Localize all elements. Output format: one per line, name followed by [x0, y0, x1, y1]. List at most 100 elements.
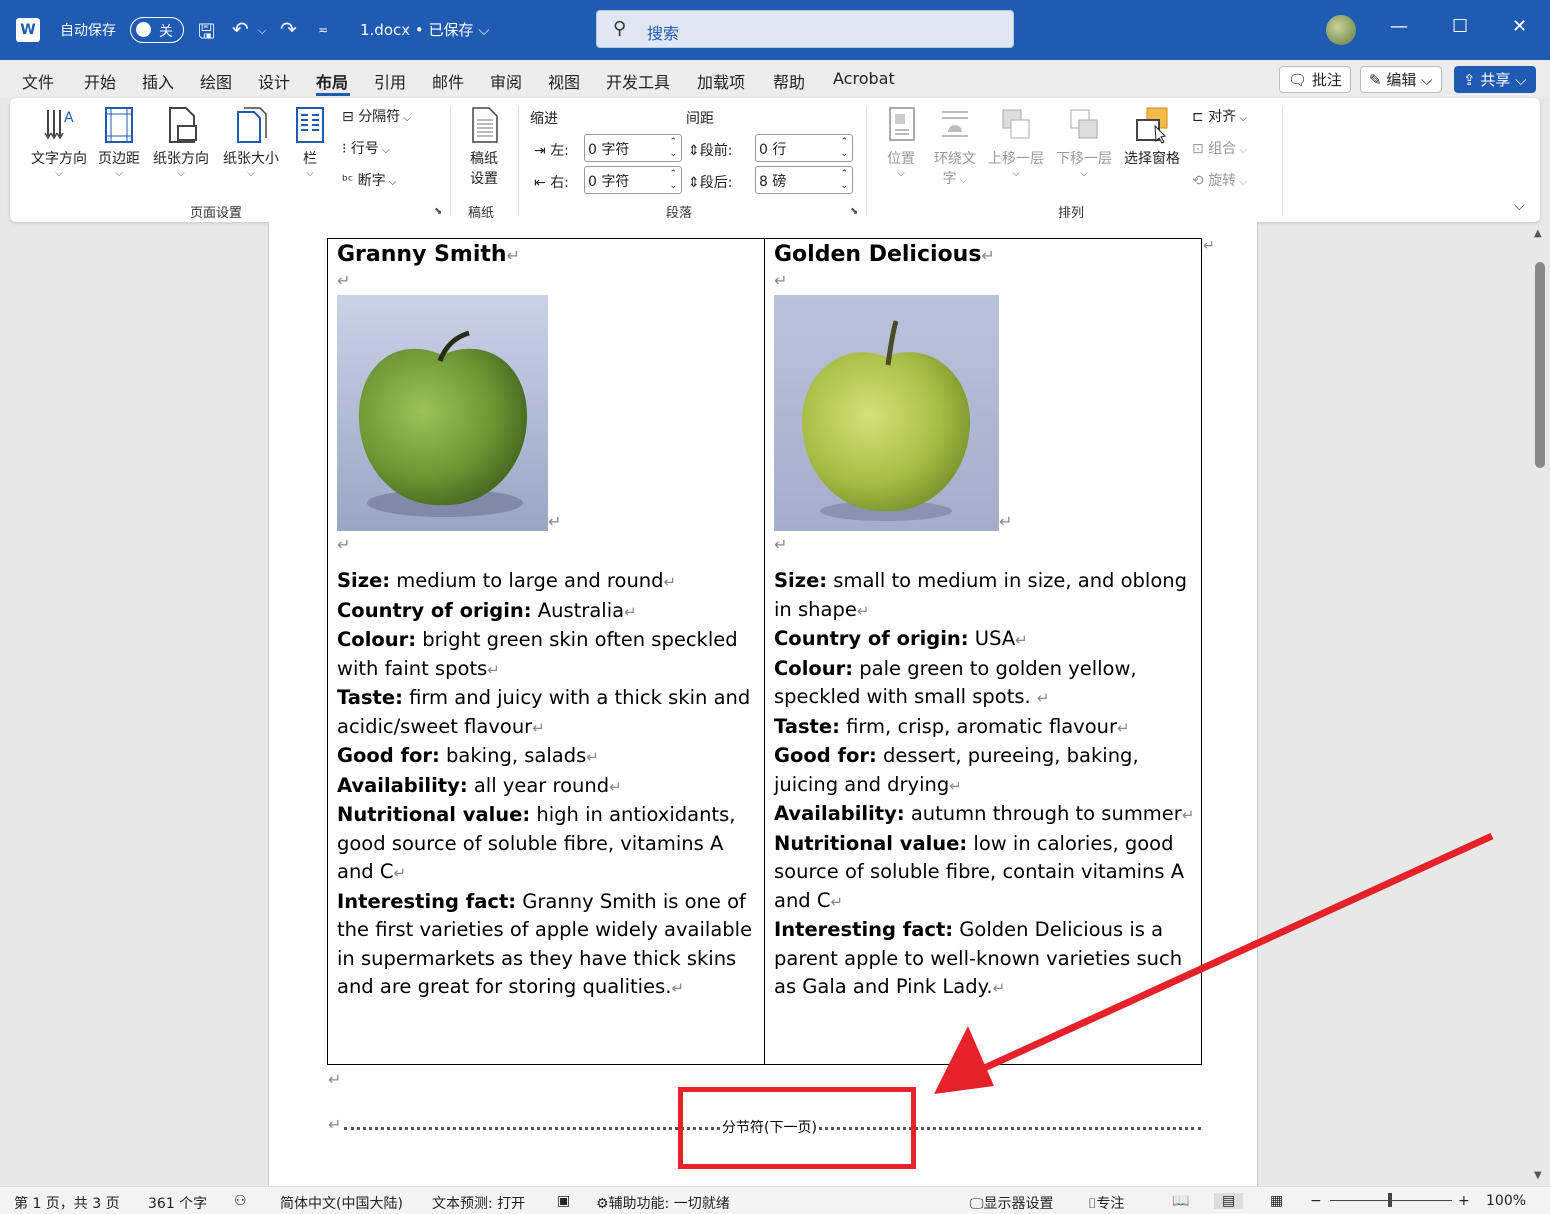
indent-left-input[interactable]: 0 字符 ⌃ ⌄: [584, 134, 682, 162]
scrollbar-thumb[interactable]: [1535, 262, 1545, 468]
bring-forward-button[interactable]: 上移一层 ⌵: [984, 106, 1048, 179]
web-layout-icon[interactable]: ▦: [1270, 1193, 1283, 1209]
editing-button[interactable]: ✎ 编辑 ⌵: [1360, 66, 1442, 93]
read-mode-icon[interactable]: 📖: [1172, 1193, 1189, 1209]
margins-button[interactable]: 页边距 ⌵: [94, 106, 144, 179]
spinner-arrows-icon[interactable]: ⌃ ⌄: [669, 136, 677, 160]
save-icon[interactable]: 🖫: [198, 17, 215, 51]
collapse-ribbon-icon[interactable]: ⌵: [1514, 198, 1525, 214]
close-icon[interactable]: ✕: [1512, 16, 1527, 37]
space-after-text: 段后:: [699, 175, 733, 191]
tab-mailings[interactable]: 邮件: [432, 69, 464, 93]
display-settings-label: 显示器设置: [983, 1196, 1054, 1212]
undo-dropdown-icon[interactable]: ⌵: [258, 24, 266, 38]
spinner-arrows-icon[interactable]: ⌃ ⌄: [669, 168, 677, 192]
property-line: Size: small to medium in size, and oblon…: [774, 567, 1202, 625]
golden-delicious-apple-image[interactable]: [774, 295, 999, 531]
line-numbers-button[interactable]: ⁝ 行号 ⌵: [342, 138, 390, 158]
autosave-toggle[interactable]: 关: [130, 17, 184, 43]
paragraph-mark: ↵: [1036, 689, 1050, 707]
document-title[interactable]: 1.docx • 已保存 ⌵: [360, 19, 490, 40]
property-line: Good for: baking, salads↵: [337, 742, 765, 772]
undo-icon[interactable]: ↶: [232, 17, 249, 41]
customize-qat-icon[interactable]: ≂: [318, 23, 328, 37]
apple-name: Golden Delicious: [774, 242, 982, 267]
paragraph-mark: ↵: [999, 512, 1013, 531]
tab-view[interactable]: 视图: [548, 69, 580, 93]
tab-developer[interactable]: 开发工具: [606, 69, 670, 93]
word-count[interactable]: 361 个字: [148, 1193, 207, 1213]
proofing-icon[interactable]: ⚇: [234, 1193, 247, 1209]
tab-references[interactable]: 引用: [374, 69, 406, 93]
group-button[interactable]: ⊡ 组合 ⌵: [1192, 138, 1247, 158]
share-button[interactable]: ⇪ 共享 ⌵: [1454, 66, 1536, 93]
breaks-button[interactable]: ⊟ 分隔符 ⌵: [342, 106, 411, 126]
focus-mode[interactable]: ⌷专注: [1088, 1193, 1124, 1213]
print-layout-icon[interactable]: ▤: [1214, 1193, 1244, 1209]
columns-label: 栏: [303, 151, 317, 167]
search-box[interactable]: ⚲ 搜索: [596, 10, 1014, 48]
tab-layout[interactable]: 布局: [316, 69, 348, 93]
property-label: Size:: [337, 569, 391, 592]
zoom-in-icon[interactable]: +: [1458, 1193, 1470, 1209]
align-label: 对齐: [1208, 109, 1237, 125]
tab-insert[interactable]: 插入: [142, 69, 174, 93]
avatar[interactable]: [1326, 15, 1356, 45]
ribbon-layout: A 文字方向 ⌵ 页边距 ⌵ 纸张方向 ⌵ 纸张大小 ⌵ 栏 ⌵ ⊟ 分隔符 ⌵ ⁝ 行号…: [10, 98, 1540, 222]
selection-pane-button[interactable]: 选择窗格: [1118, 106, 1186, 168]
property-line: Taste: firm and juicy with a thick skin …: [337, 684, 765, 742]
hyphenation-button[interactable]: ᵇᶜ 断字 ⌵: [342, 170, 396, 190]
spinner-arrows-icon[interactable]: ⌃ ⌄: [840, 136, 848, 160]
text-direction-button[interactable]: A 文字方向 ⌵: [28, 106, 90, 179]
indent-heading: 缩进: [530, 111, 558, 127]
maximize-icon[interactable]: ☐: [1452, 16, 1468, 37]
manuscript-settings-button[interactable]: 稿纸 设置: [462, 106, 506, 188]
display-settings[interactable]: 🖵显示器设置: [970, 1193, 1054, 1213]
zoom-level[interactable]: 100%: [1486, 1193, 1526, 1209]
paragraph-launcher-icon[interactable]: ⬊: [850, 206, 858, 217]
active-tab-indicator: [316, 93, 350, 96]
tab-help[interactable]: 帮助: [773, 69, 805, 93]
tab-home[interactable]: 开始: [84, 69, 116, 93]
tab-review[interactable]: 审阅: [490, 69, 522, 93]
tab-design[interactable]: 设计: [258, 69, 290, 93]
space-after-input[interactable]: 8 磅 ⌃ ⌄: [755, 166, 853, 194]
position-button[interactable]: 位置 ⌵: [880, 106, 922, 179]
page-setup-launcher-icon[interactable]: ⬊: [434, 206, 442, 217]
accessibility-status[interactable]: ⚙辅助功能: 一切就绪: [596, 1193, 730, 1213]
indent-right-input[interactable]: 0 字符 ⌃ ⌄: [584, 166, 682, 194]
wrap-text-button[interactable]: 环绕文字 ⌵: [928, 106, 982, 188]
text-prediction-status[interactable]: 文本预测: 打开: [432, 1193, 525, 1213]
tab-addins[interactable]: 加载项: [697, 69, 745, 93]
wrap-text-icon: [942, 111, 968, 137]
macro-recording-icon[interactable]: ▣: [557, 1193, 570, 1209]
language-status[interactable]: 简体中文(中国大陆): [280, 1193, 403, 1213]
spinner-arrows-icon[interactable]: ⌃ ⌄: [840, 168, 848, 192]
word-logo-icon[interactable]: W: [16, 18, 40, 42]
redo-icon[interactable]: ↷: [280, 17, 297, 41]
tab-draw[interactable]: 绘图: [200, 69, 232, 93]
minimize-icon[interactable]: —: [1390, 16, 1408, 37]
comments-button[interactable]: 🗨 批注: [1279, 66, 1351, 93]
zoom-out-icon[interactable]: −: [1310, 1193, 1322, 1209]
property-line: Good for: dessert, pureeing, baking, jui…: [774, 742, 1202, 800]
table-cell-granny-smith[interactable]: Granny Smith↵ ↵ ↵ ↵ Size: medium to larg…: [337, 239, 765, 1003]
space-before-input[interactable]: 0 行 ⌃ ⌄: [755, 134, 853, 162]
align-button[interactable]: ⊏ 对齐 ⌵: [1192, 106, 1247, 126]
columns-button[interactable]: 栏 ⌵: [292, 106, 328, 179]
scroll-down-icon[interactable]: ▼: [1534, 1170, 1542, 1181]
scroll-up-icon[interactable]: ▲: [1534, 228, 1542, 239]
rotate-button[interactable]: ⟲ 旋转 ⌵: [1192, 170, 1247, 190]
page-count[interactable]: 第 1 页，共 3 页: [14, 1193, 120, 1213]
size-button[interactable]: 纸张大小 ⌵: [216, 106, 286, 179]
property-line: Availability: autumn through to summer↵: [774, 800, 1202, 830]
space-before-value: 0 行: [759, 142, 787, 158]
property-label: Colour:: [774, 656, 854, 680]
zoom-slider-thumb[interactable]: [1388, 1193, 1392, 1207]
tab-file[interactable]: 文件: [22, 69, 54, 93]
orientation-button[interactable]: 纸张方向 ⌵: [150, 106, 212, 179]
send-backward-button[interactable]: 下移一层 ⌵: [1052, 106, 1116, 179]
granny-smith-apple-image[interactable]: [337, 295, 548, 531]
tab-acrobat[interactable]: Acrobat: [833, 69, 895, 88]
paragraph-mark: ↵: [609, 777, 622, 796]
